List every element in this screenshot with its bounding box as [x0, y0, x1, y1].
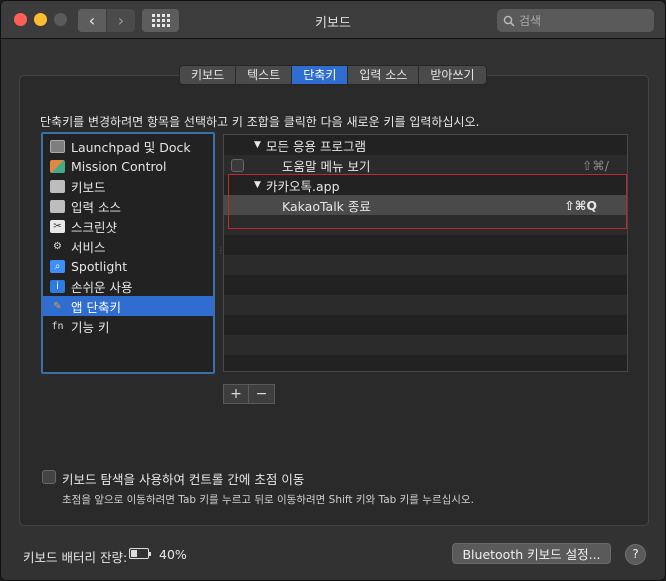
shortcut-group-row[interactable]: ▼ 카카오톡.app [224, 175, 627, 195]
empty-row [224, 215, 627, 235]
category-label: 기능 키 [71, 319, 110, 335]
title-bar: ‹ › 키보드 [1, 1, 665, 39]
disclosure-triangle-icon[interactable]: ▼ [254, 180, 261, 190]
search-input[interactable] [519, 13, 639, 28]
category-item-spotlight[interactable]: ⌕ Spotlight [43, 256, 213, 276]
battery-level-fill [131, 550, 137, 557]
shortcut-group-row[interactable]: ▼ 모든 응용 프로그램 [224, 135, 627, 155]
category-item-function-keys[interactable]: fn 기능 키 [43, 316, 213, 336]
category-item-keyboard[interactable]: 키보드 [43, 176, 213, 196]
search-icon [503, 15, 515, 27]
category-item-accessibility[interactable]: i 손쉬운 사용 [43, 276, 213, 296]
tab-input-sources[interactable]: 입력 소스 [348, 66, 420, 84]
fn-key-icon: fn [51, 320, 64, 332]
tab-shortcuts[interactable]: 단축키 [292, 66, 349, 84]
category-item-app-shortcuts[interactable]: ✎ 앱 단축키 [43, 296, 213, 316]
add-shortcut-button[interactable]: + [224, 385, 249, 403]
gear-icon: ⚙ [53, 240, 62, 252]
empty-row [224, 335, 627, 355]
tab-text[interactable]: 텍스트 [236, 66, 293, 84]
shortcut-keys[interactable]: ⇧⌘/ [582, 158, 609, 173]
empty-row [224, 255, 627, 275]
category-item-launchpad[interactable]: Launchpad 및 Dock [43, 136, 213, 156]
battery-percent: 40% [159, 547, 187, 562]
shortcut-list[interactable]: ▼ 모든 응용 프로그램 도움말 메뉴 보기 ⇧⌘/ ▼ 카카오톡.app Ka… [223, 134, 628, 372]
category-list[interactable]: Launchpad 및 Dock Mission Control 키보드 입력 … [41, 132, 215, 374]
category-label: 입력 소스 [71, 199, 121, 215]
tab-bar: 키보드 텍스트 단축키 입력 소스 받아쓰기 [179, 65, 487, 85]
remove-shortcut-button[interactable]: − [249, 385, 274, 403]
launchpad-icon [50, 139, 65, 153]
category-label: 키보드 [71, 179, 106, 195]
screenshot-icon: ✂ [50, 219, 65, 233]
search-field[interactable] [497, 9, 654, 32]
tab-dictation[interactable]: 받아쓰기 [419, 66, 485, 84]
add-remove-control: + − [223, 384, 275, 404]
category-item-mission-control[interactable]: Mission Control [43, 156, 213, 176]
category-item-input-sources[interactable]: 입력 소스 [43, 196, 213, 216]
shortcut-row[interactable]: KakaoTalk 종료 ⇧⌘Q [224, 195, 627, 215]
keyboard-navigation-hint: 초점을 앞으로 이동하려면 Tab 키를 누르고 뒤로 이동하려면 Shift … [62, 494, 474, 506]
help-button[interactable]: ? [625, 544, 646, 565]
keyboard-preferences-window: ‹ › 키보드 키보드 텍스트 단축키 입력 소스 받아쓰기 단축키를 [0, 0, 666, 581]
accessibility-icon: i [50, 279, 65, 293]
battery-label: 키보드 배터리 잔량: [23, 550, 128, 565]
split-view-handle[interactable]: ⋮ [217, 246, 225, 255]
shortcut-label: KakaoTalk 종료 [282, 198, 371, 214]
category-label: 스크린샷 [71, 219, 118, 235]
spotlight-icon: ⌕ [50, 259, 65, 273]
category-label: 손쉬운 사용 [71, 279, 133, 295]
group-label: 모든 응용 프로그램 [266, 138, 366, 154]
input-source-icon [50, 199, 65, 213]
shortcut-row[interactable]: 도움말 메뉴 보기 ⇧⌘/ [224, 155, 627, 175]
category-item-services[interactable]: ⚙ 서비스 [43, 236, 213, 256]
empty-row [224, 235, 627, 255]
keyboard-icon [50, 179, 65, 193]
disclosure-triangle-icon[interactable]: ▼ [254, 140, 261, 150]
empty-row [224, 275, 627, 295]
tab-keyboard[interactable]: 키보드 [180, 66, 237, 84]
category-label: Launchpad 및 Dock [71, 139, 191, 155]
shortcut-label: 도움말 메뉴 보기 [282, 158, 371, 174]
empty-row [224, 315, 627, 335]
category-label: Mission Control [71, 158, 167, 174]
battery-icon [129, 548, 151, 559]
category-label: 서비스 [71, 239, 106, 255]
category-label: 앱 단축키 [71, 299, 121, 315]
keyboard-navigation-checkbox[interactable] [42, 470, 56, 484]
group-label: 카카오톡.app [266, 178, 340, 194]
keyboard-navigation-label[interactable]: 키보드 탐색을 사용하여 컨트롤 간에 초점 이동 [62, 469, 304, 488]
shortcut-enabled-checkbox[interactable] [231, 158, 244, 172]
app-shortcuts-icon: ✎ [53, 300, 62, 312]
shortcut-keys[interactable]: ⇧⌘Q [564, 198, 597, 213]
category-item-screenshots[interactable]: ✂ 스크린샷 [43, 216, 213, 236]
bluetooth-keyboard-setup-button[interactable]: Bluetooth 키보드 설정... [452, 543, 611, 564]
empty-row [224, 295, 627, 315]
category-label: Spotlight [71, 258, 128, 274]
instruction-text: 단축키를 변경하려면 항목을 선택하고 키 조합을 클릭한 다음 새로운 키를 … [40, 115, 480, 129]
mission-control-icon [50, 159, 65, 173]
